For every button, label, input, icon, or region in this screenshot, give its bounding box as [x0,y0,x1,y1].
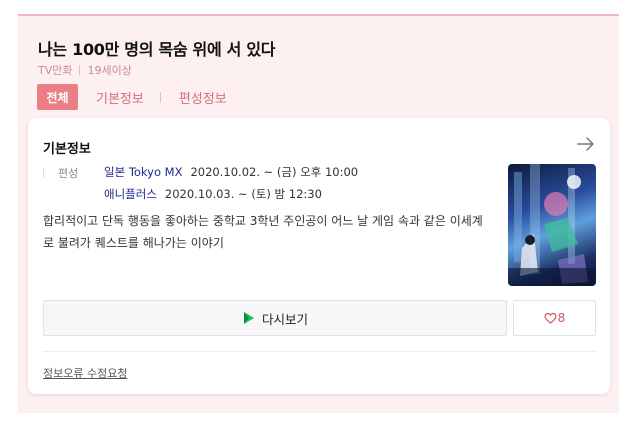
rewatch-label: 다시보기 [261,311,308,327]
tab-schedule-info[interactable]: 편성정보 [179,88,227,107]
report-error-link[interactable]: 정보오류 수정요청 [43,365,127,381]
schedule-row: 애니플러스 2020.10.03. ~ (토) 밤 12:30 [104,186,322,202]
like-count: 8 [557,311,566,325]
arrow-right-icon[interactable] [576,135,596,153]
tab-bar: 전체 기본정보 편성정보 [37,84,227,110]
poster-art [508,164,596,286]
schedule-row: 일본 Tokyo MX 2020.10.02. ~ (금) 오후 10:00 [104,164,358,180]
program-panel: 나는 100만 명의 목숨 위에 서 있다 TV만화 19세이상 전체 기본정보… [18,14,619,413]
meta-divider [79,65,81,75]
schedule-channel[interactable]: 일본 Tokyo MX [104,164,182,180]
meta-genre: TV만화 [38,64,73,77]
schedule-channel[interactable]: 애니플러스 [104,186,157,202]
card-title: 기본정보 [43,142,91,157]
tab-basic-info[interactable]: 기본정보 [96,88,144,107]
schedule-datetime: 2020.10.02. ~ (금) 오후 10:00 [190,165,359,179]
schedule-bar [43,168,44,178]
play-icon [243,312,254,324]
like-button[interactable]: 8 [513,300,596,336]
tab-divider [159,91,161,103]
meta-rating: 19세이상 [87,64,132,77]
tab-all[interactable]: 전체 [37,84,78,110]
heart-icon [544,312,557,324]
card-divider [43,351,596,352]
synopsis-text: 합리적이고 단독 행동을 좋아하는 중학교 3학년 주인공이 어느 날 게임 속… [43,214,483,250]
page-title: 나는 100만 명의 목숨 위에 서 있다 [38,40,276,59]
basic-info-card: 기본정보 편성 일본 Tokyo MX 2020.10.02. ~ (금) 오후… [28,118,610,394]
meta-info: TV만화 19세이상 [38,62,132,78]
schedule-datetime: 2020.10.03. ~ (토) 밤 12:30 [164,187,322,201]
schedule-label-wrap: 편성 [43,165,78,181]
rewatch-button[interactable]: 다시보기 [43,300,507,336]
poster-image[interactable] [508,164,596,286]
schedule-label: 편성 [58,167,79,180]
